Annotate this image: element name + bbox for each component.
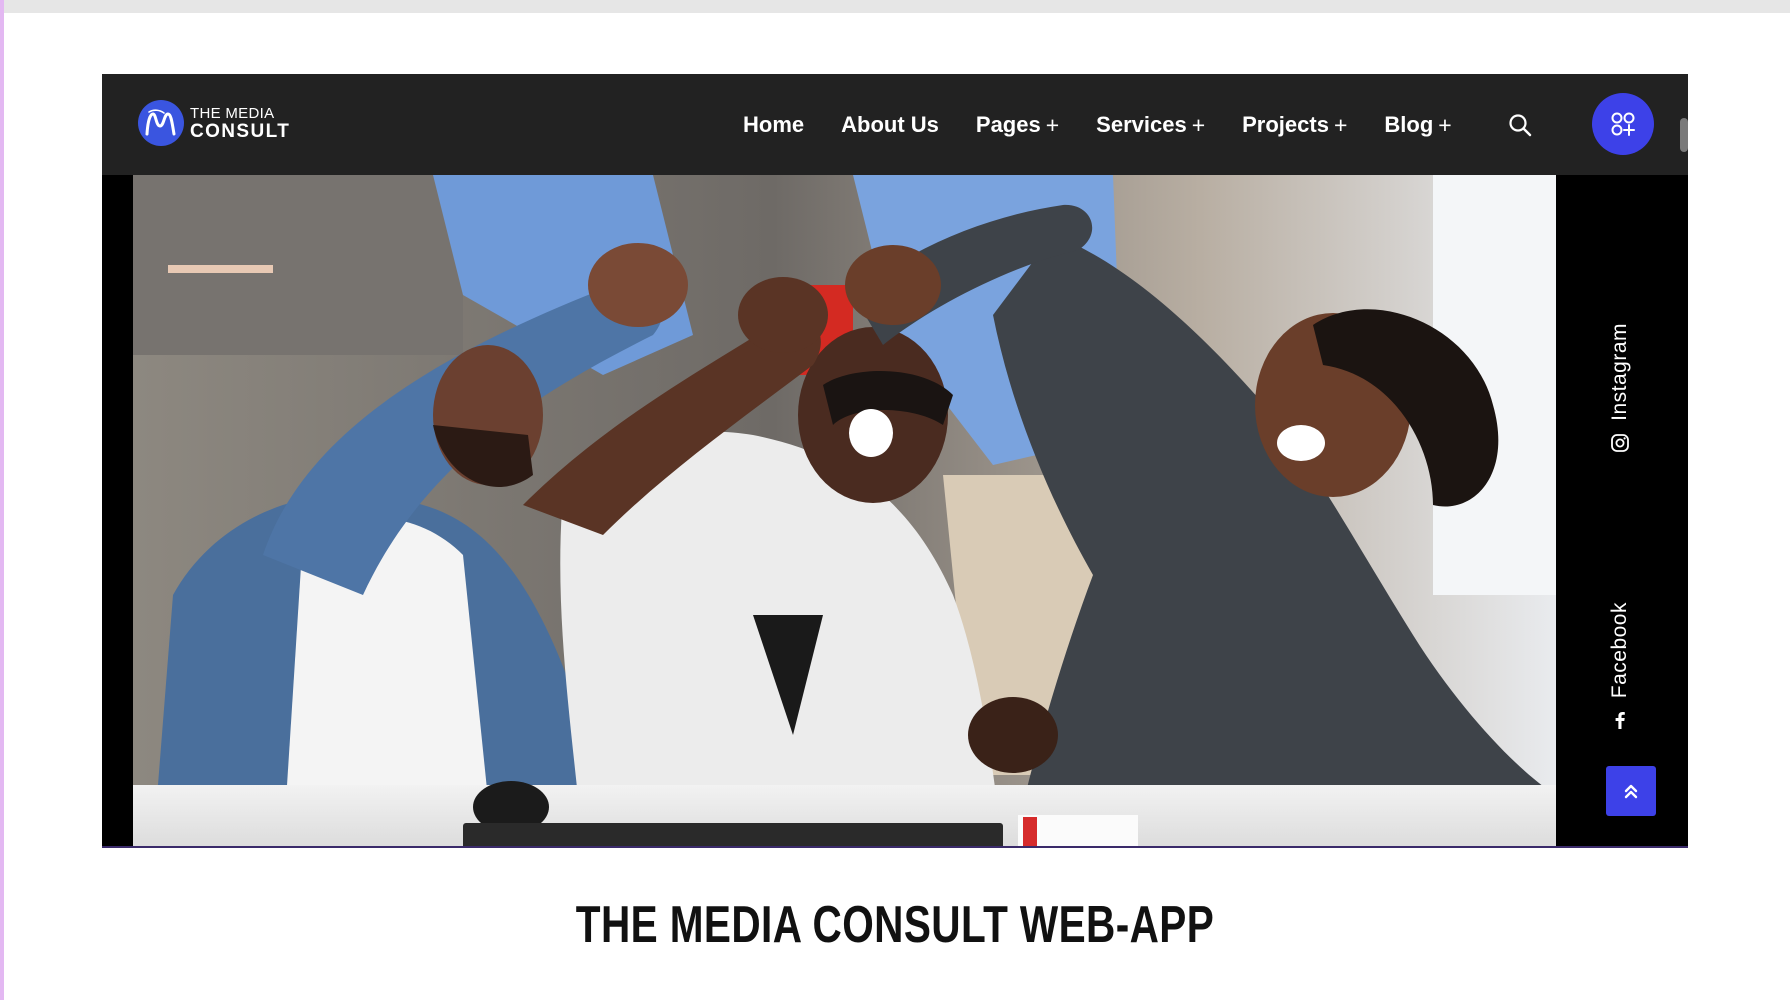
facebook-icon bbox=[1615, 712, 1625, 730]
website-screenshot-frame: THE MEDIA CONSULT Home About Us Pages + S… bbox=[102, 74, 1688, 848]
submenu-plus-icon: + bbox=[1045, 111, 1060, 138]
nav-item-label: Blog bbox=[1384, 112, 1434, 137]
social-links-rail: Instagram Facebook bbox=[1556, 175, 1688, 846]
submenu-plus-icon: + bbox=[1438, 111, 1452, 138]
nav-item-services[interactable]: Services + bbox=[1096, 112, 1205, 139]
showcase-page: THE MEDIA CONSULT Home About Us Pages + S… bbox=[0, 0, 1790, 1000]
search-icon[interactable] bbox=[1507, 112, 1533, 138]
social-link-label: Instagram bbox=[1608, 323, 1631, 421]
double-chevron-up-icon bbox=[1624, 784, 1638, 799]
top-strip bbox=[0, 0, 1790, 13]
instagram-icon bbox=[1611, 433, 1629, 452]
project-caption: THE MEDIA CONSULT WEB-APP bbox=[575, 896, 1215, 954]
nav-item-home[interactable]: Home bbox=[743, 112, 804, 138]
social-link-facebook[interactable]: Facebook bbox=[1608, 602, 1632, 730]
hero-image-team-celebrating bbox=[133, 175, 1556, 846]
nav-item-blog[interactable]: Blog + bbox=[1384, 112, 1451, 139]
submenu-plus-icon: + bbox=[1333, 111, 1348, 138]
apps-menu-button[interactable] bbox=[1592, 93, 1654, 155]
nav-item-label: Pages bbox=[975, 112, 1041, 137]
nav-item-label: Home bbox=[743, 112, 805, 137]
hero-illustration bbox=[133, 175, 1556, 846]
logo-text: THE MEDIA CONSULT bbox=[190, 106, 290, 141]
main-navigation: Home About Us Pages + Services + Projects +… bbox=[743, 109, 1489, 141]
submenu-plus-icon: + bbox=[1191, 111, 1206, 138]
nav-item-about-us[interactable]: About Us bbox=[841, 112, 939, 138]
site-header: THE MEDIA CONSULT Home About Us Pages + S… bbox=[102, 74, 1688, 175]
logo-m-icon bbox=[138, 100, 184, 146]
logo-line-1: THE MEDIA bbox=[190, 104, 275, 122]
left-accent-bar bbox=[0, 0, 4, 1000]
logo-line-2: CONSULT bbox=[190, 120, 291, 142]
nav-item-pages[interactable]: Pages + bbox=[976, 112, 1059, 139]
nav-item-label: Services bbox=[1096, 112, 1187, 137]
nav-item-label: Projects bbox=[1242, 112, 1329, 137]
nav-item-projects[interactable]: Projects + bbox=[1242, 112, 1347, 139]
nav-item-label: About Us bbox=[841, 112, 939, 137]
scrollbar-thumb[interactable] bbox=[1680, 118, 1688, 152]
scroll-to-top-button[interactable] bbox=[1606, 766, 1656, 816]
apps-grid-icon bbox=[1611, 112, 1635, 136]
site-logo[interactable]: THE MEDIA CONSULT bbox=[138, 100, 290, 146]
social-link-instagram[interactable]: Instagram bbox=[1608, 323, 1632, 453]
social-link-label: Facebook bbox=[1608, 602, 1631, 699]
